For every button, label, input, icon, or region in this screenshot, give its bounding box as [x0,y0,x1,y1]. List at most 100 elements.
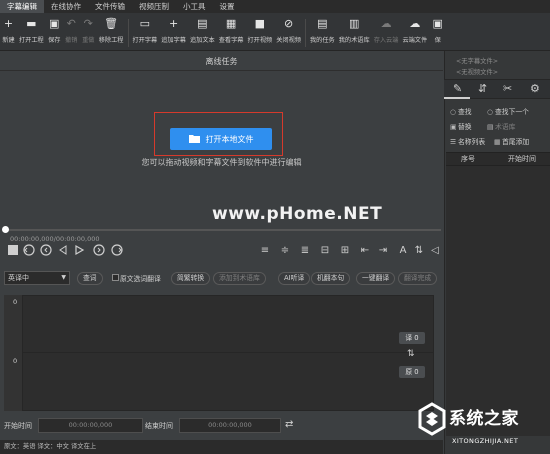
my-tasks-icon: ▤ [317,17,328,30]
head-tail-add-button[interactable]: ▦ 首尾添加 [494,136,529,146]
save-more-button[interactable]: ▣ 保 [429,17,446,49]
remove-project-icon: 🗑 [104,17,119,30]
video-file-label: <无视频文件> [456,69,499,76]
subtitle-editor[interactable] [4,295,434,411]
open-project-icon: ▬ [26,17,37,30]
view-subtitle-icon: ▦ [225,17,237,30]
progress-track[interactable] [4,229,441,231]
language-select[interactable]: 英译中 ▼ [4,271,70,285]
editor-gutter [4,295,23,411]
save-button[interactable]: ▣ 保存 [46,17,63,49]
rewind-icon[interactable] [22,243,36,257]
start-time-field[interactable]: 00:00:00,000 [38,418,143,433]
open-subtitle-icon: ▭ [139,17,151,30]
open-project-button[interactable]: ▬ 打开工程 [17,17,46,49]
find-next-button[interactable]: ○ 查找下一个 [487,106,529,116]
merge-icon[interactable]: ⊟ [318,243,332,257]
termbase-icon: ▤ [487,123,494,131]
new-icon: + [3,17,14,30]
play-icon[interactable] [72,243,86,257]
toolbar: + 新建 ▬ 打开工程 ▣ 保存 ↶ 撤销 ↷ 重做 🗑 移除工程 ▭ 打开字幕 + 追加字幕 … [0,13,550,51]
open-video-button[interactable]: ■ 打开视频 [246,17,275,49]
menu-online-collab[interactable]: 在线协作 [44,0,88,13]
new-button[interactable]: + 新建 [0,17,17,49]
cloud-save-button[interactable]: ☁ 存入云端 [372,17,401,49]
open-local-file-button[interactable]: 打开本地文件 [170,128,272,150]
list-sort-icon[interactable]: ⇵ [478,82,487,95]
find-button[interactable]: ○ 查找 [450,106,472,116]
progress-knob[interactable] [2,226,9,233]
cloud-file-icon: ☁ [409,17,421,30]
cloud-file-button[interactable]: ☁ 云端文件 [400,17,429,49]
col-index: 序号 [461,155,475,163]
undo-button[interactable]: ↶ 撤销 [63,17,80,49]
simp-trad-button[interactable]: 简繁转换 [171,272,211,285]
settings-icon[interactable]: ⚙ [530,82,540,95]
my-termbase-button[interactable]: ▥ 我的术语库 [337,17,372,49]
open-video-icon: ■ [254,17,266,30]
my-tasks-button[interactable]: ▤ 我的任务 [308,17,337,49]
menu-bar: 字幕编辑 在线协作 文件传输 视频压制 小工具 设置 [0,0,550,13]
add-text-button[interactable]: ▤ 追加文本 [188,17,217,49]
back-icon[interactable] [39,243,53,257]
align-vertical-icon[interactable]: ≣ [298,243,312,257]
add-term-button[interactable]: 添加到术语库 [213,272,266,285]
source-word-translate-checkbox[interactable] [112,274,119,281]
source-word-translate-label: 原文选词翻译 [120,275,161,283]
edit-pencil-icon[interactable]: ✎ [453,82,462,95]
machine-translate-button[interactable]: 机翻本句 [311,272,351,285]
close-video-button[interactable]: ⊘ 关闭视频 [274,17,303,49]
add-subtitle-icon: + [169,17,179,30]
query-button[interactable]: 查词 [77,272,103,285]
volume-icon[interactable]: ◁ [428,243,442,257]
font-size-icon[interactable]: A [396,243,410,257]
remove-project-button[interactable]: 🗑 移除工程 [97,17,126,49]
original-count-badge: 原 0 [399,366,425,378]
tools-icon[interactable]: ✂ [503,82,512,95]
save-more-icon: ▣ [432,17,443,30]
menu-video-compress[interactable]: 视频压制 [132,0,176,13]
menu-file-transfer[interactable]: 文件传输 [88,0,132,13]
split-icon[interactable]: ⊞ [338,243,352,257]
undo-icon: ↶ [66,17,76,30]
fast-forward-icon[interactable] [110,243,124,257]
names-list-button[interactable]: ☰ 名称列表 [450,136,485,146]
translation-count-badge: 译 0 [399,332,425,344]
swap-time-icon[interactable]: ⇄ [285,419,293,430]
subtitle-file-label: <无字幕文件> [456,58,499,65]
end-time-field[interactable]: 00:00:00,000 [179,418,281,433]
one-click-translate-button[interactable]: 一键翻译 [356,272,396,285]
folder-icon [188,134,200,145]
subtitle-list[interactable] [446,166,550,436]
open-subtitle-button[interactable]: ▭ 打开字幕 [131,17,160,49]
menu-tools[interactable]: 小工具 [176,0,213,13]
menu-subtitle-edit[interactable]: 字幕编辑 [0,0,44,13]
close-video-icon: ⊘ [284,17,294,30]
forward-icon[interactable] [92,243,106,257]
toolbar-divider [305,19,306,47]
text-direction-icon[interactable]: ⇅ [412,243,426,257]
active-tab-indicator [444,97,470,99]
replace-button[interactable]: ▣ 替换 [450,121,472,131]
next-line-icon[interactable]: ⇥ [376,243,390,257]
drag-hint-text: 您可以拖动视频和字幕文件到软件中进行编辑 [141,158,302,167]
menu-settings[interactable]: 设置 [213,0,242,13]
redo-button[interactable]: ↷ 重做 [80,17,97,49]
translate-done-button[interactable]: 翻译完成 [398,272,438,285]
termbase-button[interactable]: ▤ 术语库 [487,121,515,131]
step-back-icon[interactable] [56,243,70,257]
align-left-icon[interactable]: ≡ [258,243,272,257]
view-subtitle-button[interactable]: ▦ 查看字幕 [217,17,246,49]
swap-icon[interactable]: ⇅ [407,349,415,359]
stop-button[interactable] [6,243,20,257]
line-number-translation: 0 [13,298,18,306]
align-center-icon[interactable]: ≑ [278,243,292,257]
prev-line-icon[interactable]: ⇤ [358,243,372,257]
open-local-file-label: 打开本地文件 [205,134,254,144]
add-subtitle-button[interactable]: + 追加字幕 [159,17,188,49]
chevron-down-icon: ▼ [61,274,66,281]
redo-icon: ↷ [83,17,93,30]
offline-task-title: 离线任务 [205,57,238,66]
ai-translate-button[interactable]: AI听译 [278,272,311,285]
playback-controls: ≡ ≑ ≣ ⊟ ⊞ ⇤ ⇥ A ⇅ ◁ [0,241,443,259]
